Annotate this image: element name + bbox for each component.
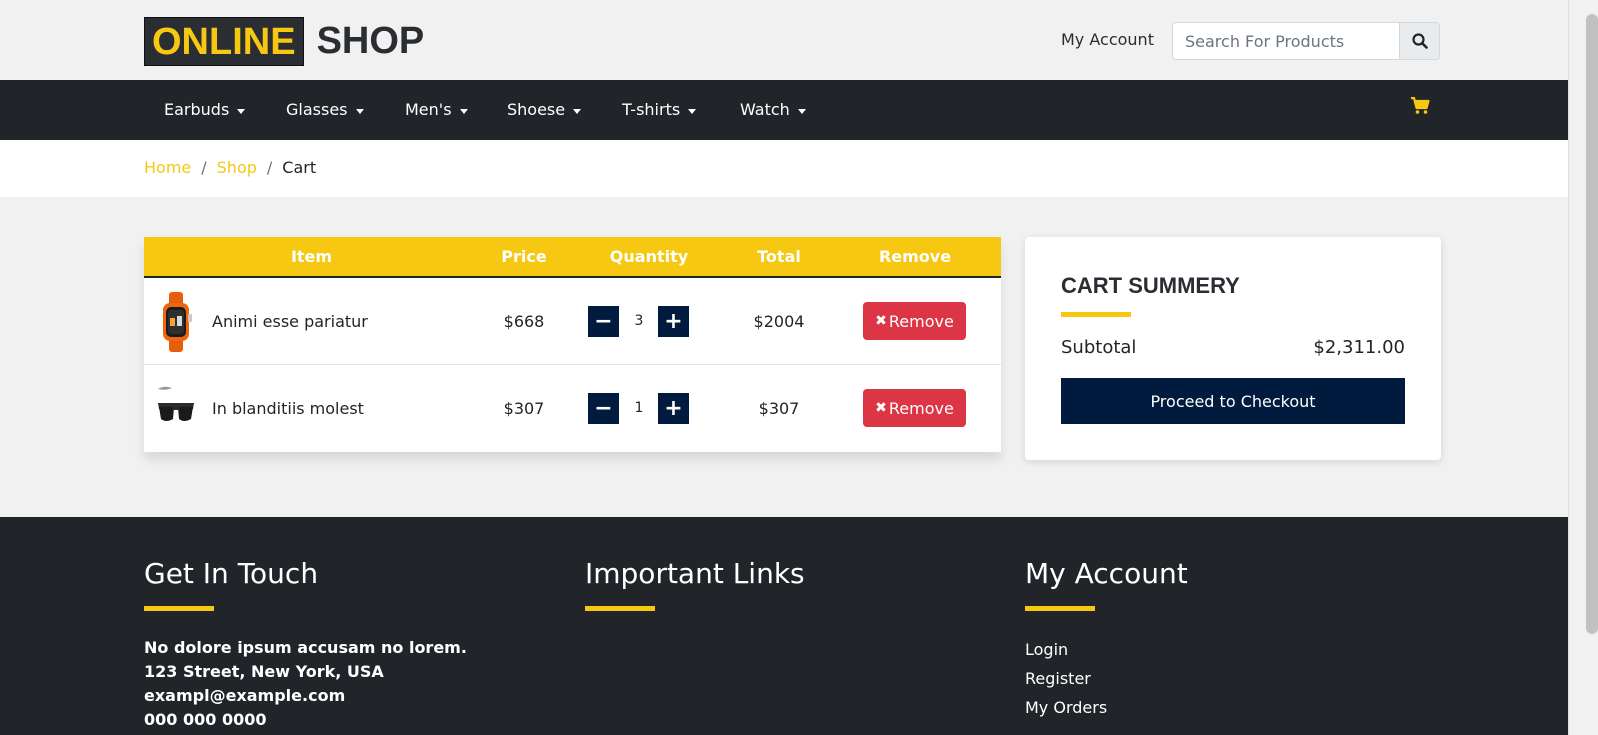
breadcrumb-bar: Home / Shop / Cart bbox=[0, 140, 1568, 197]
close-icon: ✖ bbox=[875, 400, 887, 416]
summary-title: CART SUMMERY bbox=[1061, 273, 1240, 298]
nav-item-earbuds[interactable]: Earbuds bbox=[164, 80, 246, 140]
footer-contact-title: Get In Touch bbox=[144, 557, 319, 590]
site-footer: Get In Touch No dolore ipsum accusam no … bbox=[0, 517, 1568, 735]
nav-item-label: Men's bbox=[405, 100, 452, 119]
cart-summary: CART SUMMERY Subtotal $2,311.00 Proceed … bbox=[1025, 237, 1441, 460]
nav-item-label: Earbuds bbox=[164, 100, 230, 119]
remove-label: Remove bbox=[888, 398, 954, 418]
checkout-button[interactable]: Proceed to Checkout bbox=[1061, 378, 1405, 424]
footer-contact-address: 123 Street, New York, USA bbox=[144, 662, 384, 681]
shopping-cart-icon[interactable] bbox=[1410, 96, 1430, 119]
item-name[interactable]: In blanditiis molest bbox=[212, 365, 364, 452]
table-row: In blanditiis molest $307 − 1 + $307 ✖ R… bbox=[144, 365, 1001, 452]
caret-down-icon bbox=[797, 108, 806, 114]
quantity-increase-button[interactable]: + bbox=[658, 393, 689, 424]
quantity-value[interactable]: 3 bbox=[619, 278, 659, 365]
table-row: Animi esse pariatur $668 − 3 + $2004 ✖ R… bbox=[144, 278, 1001, 365]
nav-item-label: Watch bbox=[740, 100, 790, 119]
title-underline bbox=[1025, 606, 1095, 611]
nav-item-watch[interactable]: Watch bbox=[740, 80, 806, 140]
logo-highlight: ONLINE bbox=[144, 16, 304, 66]
quantity-value[interactable]: 1 bbox=[619, 365, 659, 452]
remove-label: Remove bbox=[888, 311, 954, 331]
main-navbar: Earbuds Glasses Men's Shoese T-shirts Wa… bbox=[0, 80, 1568, 140]
search-icon bbox=[1411, 33, 1428, 49]
item-total: $2004 bbox=[753, 312, 805, 331]
minus-icon: − bbox=[594, 308, 613, 334]
footer-links-title: Important Links bbox=[585, 557, 805, 590]
nav-item-label: Glasses bbox=[286, 100, 348, 119]
plus-icon: + bbox=[664, 308, 683, 334]
logo-text: SHOP bbox=[316, 19, 425, 62]
cart-table-header: Item Price Quantity Total Remove bbox=[144, 237, 1001, 278]
caret-down-icon bbox=[355, 108, 364, 114]
orange-smartwatch-image bbox=[163, 292, 192, 352]
nav-item-shoese[interactable]: Shoese bbox=[507, 80, 582, 140]
caret-down-icon bbox=[573, 108, 582, 114]
breadcrumb-home[interactable]: Home bbox=[144, 158, 191, 177]
subtotal-value: $2,311.00 bbox=[1313, 337, 1405, 358]
item-price: $307 bbox=[503, 399, 545, 418]
footer-contact-line: No dolore ipsum accusam no lorem. bbox=[144, 638, 467, 657]
caret-down-icon bbox=[459, 108, 468, 114]
minus-icon: − bbox=[594, 395, 613, 421]
nav-item-tshirts[interactable]: T-shirts bbox=[622, 80, 697, 140]
breadcrumb-separator: / bbox=[201, 158, 207, 177]
quantity-decrease-button[interactable]: − bbox=[588, 393, 619, 424]
header-quantity: Quantity bbox=[609, 247, 689, 266]
item-total: $307 bbox=[758, 399, 800, 418]
cart-table: Item Price Quantity Total Remove Animi e… bbox=[144, 237, 1001, 452]
caret-down-icon bbox=[688, 108, 697, 114]
title-underline bbox=[585, 606, 655, 611]
breadcrumb-current: Cart bbox=[282, 158, 317, 177]
footer-contact: Get In Touch No dolore ipsum accusam no … bbox=[144, 557, 467, 732]
header-total: Total bbox=[757, 247, 801, 266]
header-remove: Remove bbox=[878, 247, 952, 266]
breadcrumb-separator: / bbox=[266, 158, 273, 177]
quantity-increase-button[interactable]: + bbox=[658, 306, 689, 337]
nav-item-mens[interactable]: Men's bbox=[405, 80, 468, 140]
footer-link-my-orders[interactable]: My Orders bbox=[1025, 693, 1188, 722]
quantity-decrease-button[interactable]: − bbox=[588, 306, 619, 337]
site-header: ONLINE SHOP My Account bbox=[0, 0, 1568, 80]
footer-important-links: Important Links bbox=[585, 557, 805, 611]
caret-down-icon bbox=[237, 108, 246, 114]
breadcrumb: Home / Shop / Cart bbox=[144, 158, 316, 177]
nav-item-label: T-shirts bbox=[622, 100, 681, 119]
title-underline bbox=[144, 606, 214, 611]
subtotal-label: Subtotal bbox=[1061, 337, 1137, 358]
footer-contact-email[interactable]: exampl@example.com bbox=[144, 684, 467, 708]
footer-account: My Account Login Register My Orders bbox=[1025, 557, 1188, 722]
breadcrumb-shop[interactable]: Shop bbox=[217, 158, 257, 177]
nav-item-glasses[interactable]: Glasses bbox=[286, 80, 364, 140]
page-scrollbar[interactable] bbox=[1568, 0, 1598, 735]
footer-link-register[interactable]: Register bbox=[1025, 664, 1188, 693]
footer-account-title: My Account bbox=[1025, 557, 1188, 590]
search-button[interactable] bbox=[1399, 22, 1440, 60]
site-logo[interactable]: ONLINE SHOP bbox=[144, 16, 424, 66]
title-underline bbox=[1061, 312, 1131, 317]
black-sunglasses-image bbox=[158, 386, 194, 421]
scrollbar-thumb[interactable] bbox=[1586, 14, 1598, 634]
footer-contact-phone[interactable]: 000 000 0000 bbox=[144, 708, 467, 732]
plus-icon: + bbox=[664, 395, 683, 421]
search-input[interactable] bbox=[1172, 22, 1399, 60]
my-account-link[interactable]: My Account bbox=[1061, 30, 1154, 49]
footer-link-login[interactable]: Login bbox=[1025, 635, 1188, 664]
remove-button[interactable]: ✖ Remove bbox=[863, 302, 966, 340]
item-price: $668 bbox=[503, 312, 545, 331]
close-icon: ✖ bbox=[875, 313, 887, 329]
nav-item-label: Shoese bbox=[507, 100, 566, 119]
item-name[interactable]: Animi esse pariatur bbox=[212, 278, 368, 365]
header-item: Item bbox=[290, 247, 333, 266]
remove-button[interactable]: ✖ Remove bbox=[863, 389, 966, 427]
header-price: Price bbox=[501, 247, 547, 266]
search-form bbox=[1172, 22, 1440, 60]
